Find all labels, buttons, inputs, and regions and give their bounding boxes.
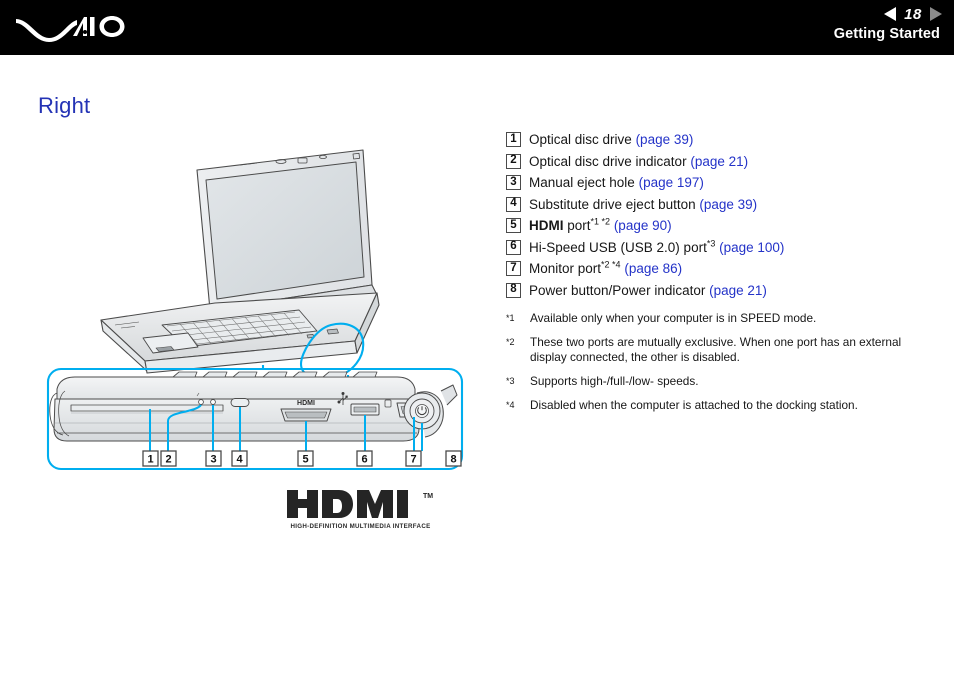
footnote-marker: *1 (506, 313, 515, 323)
list-item: 7 Monitor port*2 *4 (page 86) (506, 260, 926, 278)
callout-text: Monitor port*2 *4 (page 86) (529, 260, 682, 278)
callout-text: Optical disc drive indicator (page 21) (529, 153, 748, 171)
detail-callout-numbers: 1 2 3 4 5 6 7 8 (142, 450, 462, 467)
pager: 18 (884, 3, 942, 25)
footnote-item: *4 Disabled when the computer is attache… (506, 398, 926, 413)
callout-number: 1 (506, 132, 521, 147)
callout-box-3: 3 (205, 450, 222, 467)
callout-label: Hi-Speed USB (USB 2.0) port (529, 239, 707, 255)
svg-text:8: 8 (450, 454, 456, 466)
trademark-symbol: TM (423, 493, 433, 500)
footnote-marker: *2 (506, 337, 515, 347)
callout-box-4: 4 (231, 450, 248, 467)
hdmi-wordmark: TM (287, 490, 433, 518)
footnote-item: *3 Supports high-/full-/low- speeds. (506, 374, 926, 389)
page-reference[interactable]: (page 21) (690, 154, 748, 169)
svg-text:5: 5 (302, 454, 308, 466)
right-side-detail-illustration: HDMI 1 2 3 4 5 6 7 8 (46, 365, 464, 471)
page-reference[interactable]: (page 39) (699, 197, 757, 212)
callout-text: Substitute drive eject button (page 39) (529, 196, 757, 214)
footnote-text: Supports high-/full-/low- speeds. (530, 374, 699, 388)
callout-label: Optical disc drive (529, 132, 632, 147)
page-number: 18 (904, 5, 922, 23)
callout-box-2: 2 (160, 450, 177, 467)
svg-text:6: 6 (361, 454, 367, 466)
callout-number: 7 (506, 261, 521, 276)
callout-label: Monitor port (529, 261, 602, 276)
callout-box-8: 8 (445, 450, 462, 467)
triangle-right-icon[interactable] (930, 7, 942, 21)
vaio-logo (16, 16, 125, 42)
svg-text:4: 4 (236, 454, 243, 466)
footnote-ref: *1 *2 (590, 216, 611, 227)
callout-number: 8 (506, 282, 521, 298)
callout-label: Substitute drive eject button (529, 196, 696, 212)
list-item: 2 Optical disc drive indicator (page 21) (506, 153, 926, 171)
callout-box-7: 7 (405, 450, 422, 467)
callout-text: HDMI port*1 *2 (page 90) (529, 217, 672, 235)
callout-list: 1 Optical disc drive (page 39) 2 Optical… (506, 131, 926, 303)
footnote-ref: *2 *4 (601, 259, 621, 270)
page-reference[interactable]: (page 90) (614, 218, 672, 233)
page-reference[interactable]: (page 39) (636, 132, 694, 147)
callout-label: Manual eject hole (529, 175, 635, 190)
page-reference[interactable]: (page 86) (624, 261, 682, 276)
hdmi-subtitle: HIGH-DEFINITION MULTIMEDIA INTERFACE (290, 523, 431, 530)
list-item: 5 HDMI port*1 *2 (page 90) (506, 217, 926, 235)
footnote-text: Available only when your computer is in … (530, 311, 817, 325)
callout-box-6: 6 (356, 450, 373, 467)
laptop-perspective-illustration (100, 149, 380, 380)
list-item: 4 Substitute drive eject button (page 39… (506, 196, 926, 214)
callout-number: 3 (506, 175, 521, 190)
list-item: 3 Manual eject hole (page 197) (506, 174, 926, 192)
list-item: 1 Optical disc drive (page 39) (506, 131, 926, 149)
footnote-ref: *3 (706, 238, 716, 248)
svg-text:7: 7 (410, 454, 416, 466)
hdmi-port-label: HDMI (297, 400, 315, 407)
footnote-item: *1 Available only when your computer is … (506, 311, 926, 326)
svg-text:1: 1 (147, 454, 153, 466)
section-title: Getting Started (833, 26, 940, 42)
list-item: 8 Power button/Power indicator (page 21) (506, 282, 926, 300)
callout-text: Manual eject hole (page 197) (529, 174, 704, 192)
callout-number: 4 (506, 196, 521, 212)
callout-label: port (563, 218, 591, 233)
callout-number: 2 (506, 153, 521, 169)
footnote-item: *2 These two ports are mutually exclusiv… (506, 335, 926, 365)
svg-text:3: 3 (210, 454, 216, 466)
callout-number: 5 (506, 218, 521, 233)
page-header: 18 Getting Started (0, 0, 954, 55)
callout-label: Power button/Power indicator (529, 282, 706, 298)
callout-box-1: 1 (142, 450, 159, 467)
callout-box-5: 5 (297, 450, 314, 467)
footnote-marker: *4 (506, 400, 515, 410)
callout-text: Optical disc drive (page 39) (529, 131, 693, 149)
list-item: 6 Hi-Speed USB (USB 2.0) port*3 (page 10… (506, 239, 926, 257)
svg-text:2: 2 (165, 454, 171, 466)
callout-text: Power button/Power indicator (page 21) (529, 282, 767, 300)
footnote-text: These two ports are mutually exclusive. … (530, 335, 902, 364)
page-reference[interactable]: (page 100) (719, 240, 784, 255)
callout-label-bold: HDMI (529, 218, 564, 233)
page-reference[interactable]: (page 21) (709, 283, 767, 298)
hdmi-logo: TM HIGH-DEFINITION MULTIMEDIA INTERFACE (283, 486, 443, 534)
footnote-marker: *3 (506, 376, 515, 386)
footnote-text: Disabled when the computer is attached t… (530, 398, 858, 412)
callout-label: Optical disc drive indicator (529, 153, 687, 169)
page-reference[interactable]: (page 197) (639, 175, 704, 190)
page-title: Right (38, 93, 91, 118)
triangle-left-icon[interactable] (884, 7, 896, 21)
footnote-list: *1 Available only when your computer is … (506, 311, 926, 422)
callout-number: 6 (506, 239, 521, 255)
callout-text: Hi-Speed USB (USB 2.0) port*3 (page 100) (529, 239, 784, 257)
